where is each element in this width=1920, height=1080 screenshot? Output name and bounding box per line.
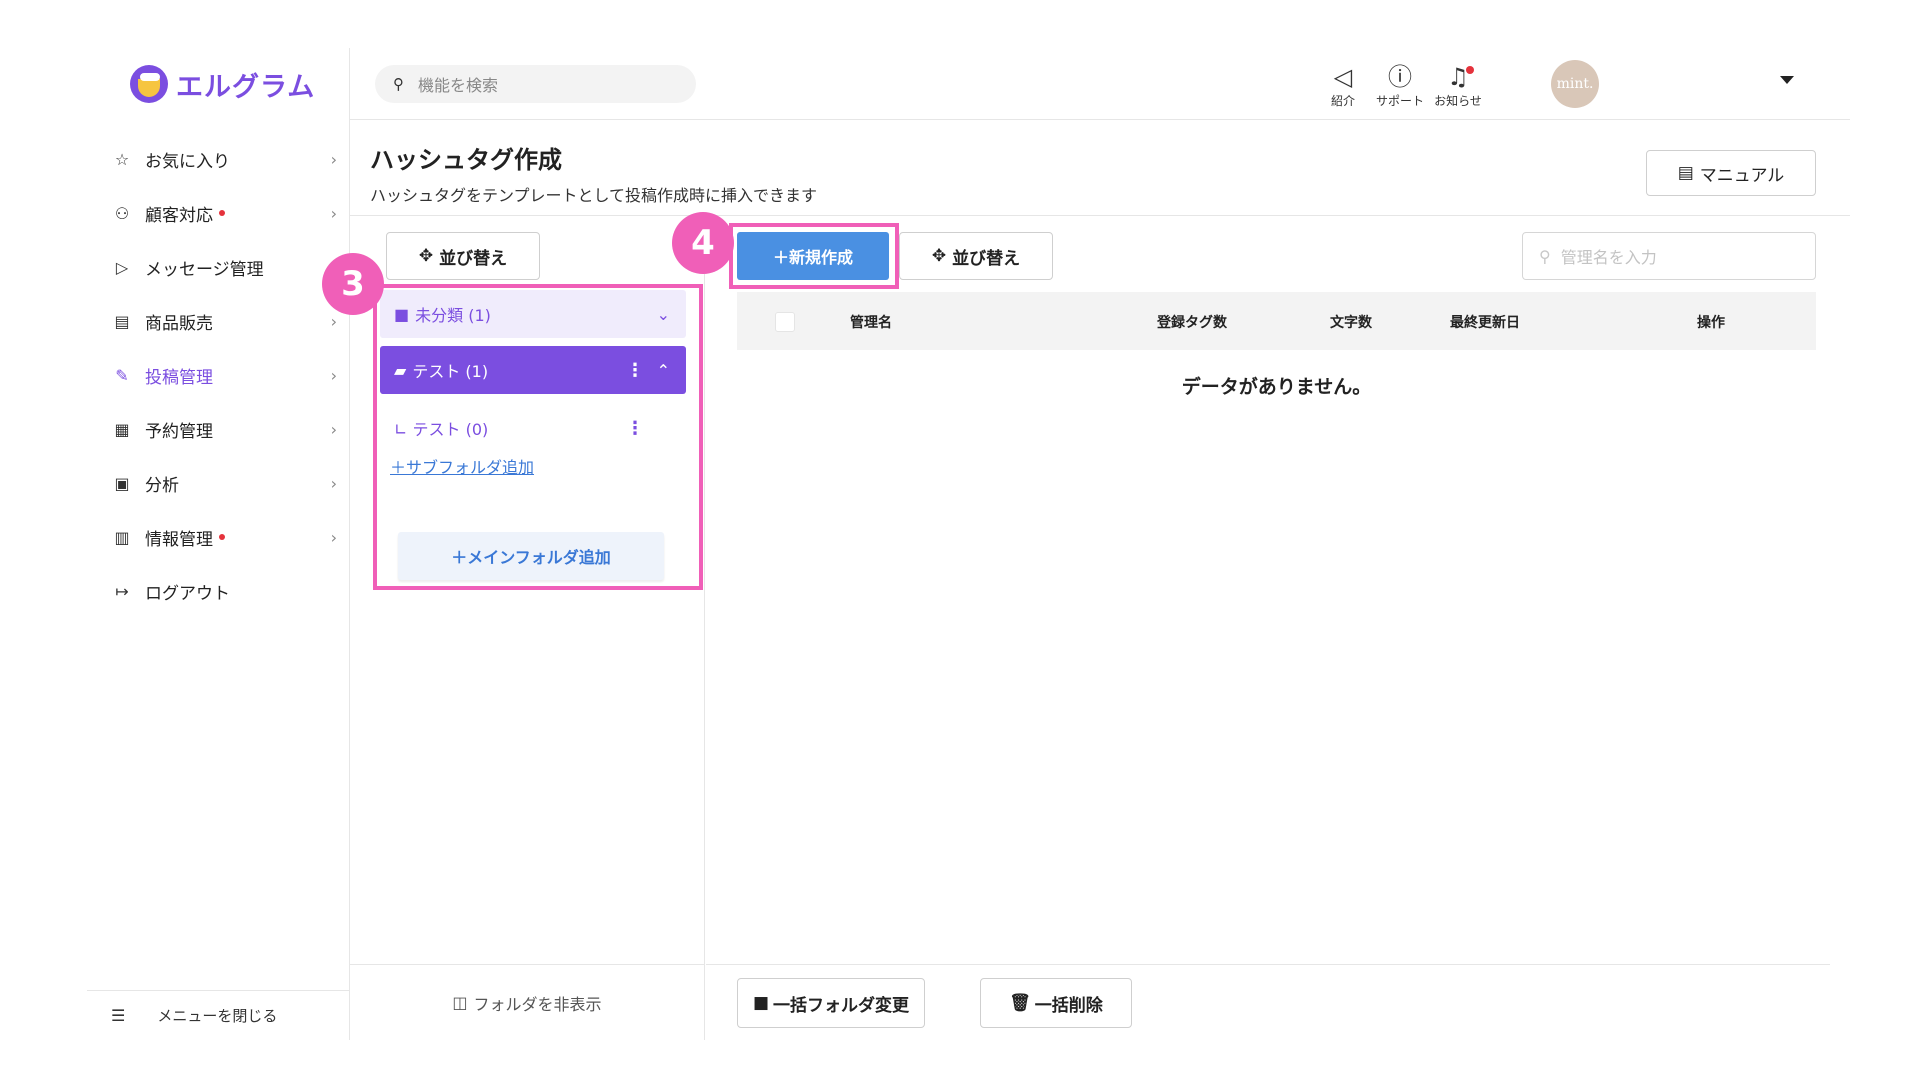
megaphone-icon: ◁ — [1333, 63, 1353, 91]
hide-folder-button[interactable]: ◫ フォルダを非表示 — [350, 964, 704, 1040]
user-icon: ⚇ — [114, 203, 130, 223]
sidebar-item-label: 情報管理 — [145, 529, 213, 550]
avatar[interactable]: mint. — [1551, 60, 1599, 108]
search-placeholder: 管理名を入力 — [1560, 248, 1657, 267]
sidebar-item-reservations[interactable]: ▦ 予約管理 › — [87, 402, 349, 456]
select-all-checkbox[interactable] — [775, 312, 795, 332]
sidebar-item-label: お気に入り — [145, 151, 230, 172]
chevron-right-icon: › — [330, 311, 337, 331]
sidebar-item-label: 予約管理 — [145, 421, 213, 442]
bulk-delete-label: 一括削除 — [1034, 995, 1103, 1016]
send-icon: ▷ — [115, 257, 129, 277]
bar-chart-icon: ▥ — [114, 527, 130, 547]
column-char-count[interactable]: 文字数 — [1330, 312, 1372, 332]
logo-mark-icon — [130, 65, 168, 103]
support-label: サポート — [1375, 94, 1424, 108]
star-icon: ☆ — [114, 149, 130, 169]
chevron-right-icon: › — [330, 149, 337, 169]
sidebar-item-sales[interactable]: ▤ 商品販売 › — [87, 294, 349, 348]
chevron-right-icon: › — [330, 203, 337, 223]
sidebar-item-logout[interactable]: ↦ ログアウト — [87, 564, 349, 618]
book-icon: ▤ — [1677, 163, 1694, 183]
search-icon: ⚲ — [393, 75, 404, 93]
intro-label: 紹介 — [1330, 94, 1355, 108]
step-badge-3: 3 — [322, 253, 384, 315]
sort-label: 並び替え — [952, 248, 1021, 269]
logo-text: エルグラム — [176, 71, 316, 103]
menu-collapse-icon: ☰ — [111, 1006, 126, 1025]
sidebar-item-label: メッセージ管理 — [145, 259, 264, 280]
sidebar-nav: ☆ お気に入り › ⚇ 顧客対応 › ▷ メッセージ管理 › ▤ 商品販売 › … — [87, 132, 349, 618]
column-name[interactable]: 管理名 — [850, 312, 892, 332]
shop-icon: ▤ — [114, 311, 130, 331]
table-header: 管理名 登録タグ数 文字数 最終更新日 操作 — [737, 292, 1816, 350]
sidebar-item-customer[interactable]: ⚇ 顧客対応 › — [87, 186, 349, 240]
highlight-box-folders — [373, 284, 703, 590]
move-icon: ✥ — [418, 246, 434, 266]
folder-icon: ■ — [752, 993, 770, 1013]
sidebar: エルグラム ☆ お気に入り › ⚇ 顧客対応 › ▷ メッセージ管理 › ▤ 商… — [87, 48, 350, 1040]
page-subtitle: ハッシュタグをテンプレートとして投稿作成時に挿入できます — [370, 186, 818, 205]
sidebar-item-label: 顧客対応 — [145, 205, 213, 226]
top-header: ⚲ 機能を検索 ◁ 紹介 ⓘ サポート ♫ お知らせ mint. — [350, 48, 1850, 120]
close-menu-label: メニューを閉じる — [157, 1007, 278, 1025]
list-sort-button[interactable]: ✥ 並び替え — [899, 232, 1053, 280]
logout-icon: ↦ — [115, 581, 129, 601]
collapse-left-icon: ◫ — [452, 993, 468, 1012]
feature-search-input[interactable]: ⚲ 機能を検索 — [375, 65, 696, 103]
bulk-delete-button[interactable]: 🗑 一括削除 — [980, 978, 1132, 1028]
trash-icon: 🗑 — [1009, 993, 1031, 1013]
bell-icon: ♫ — [1447, 63, 1469, 91]
help-icon: ⓘ — [1388, 63, 1412, 91]
notification-dot — [1466, 66, 1474, 74]
sidebar-item-analytics[interactable]: ▣ 分析 › — [87, 456, 349, 510]
empty-message: データがありません。 — [1181, 376, 1372, 398]
move-icon: ✥ — [931, 246, 947, 266]
column-updated[interactable]: 最終更新日 — [1450, 312, 1520, 332]
report-icon: ▣ — [114, 473, 130, 493]
calendar-icon: ▦ — [114, 419, 130, 439]
sidebar-item-favorites[interactable]: ☆ お気に入り › — [87, 132, 349, 186]
notification-dot — [219, 534, 225, 540]
close-menu-button[interactable]: ☰ メニューを閉じる — [87, 990, 349, 1040]
divider — [706, 964, 1830, 965]
chevron-right-icon: › — [330, 365, 337, 385]
app-logo[interactable]: エルグラム — [130, 64, 315, 104]
search-icon: ⚲ — [1539, 246, 1551, 266]
page-title: ハッシュタグ作成 — [370, 146, 562, 174]
step-badge-4: 4 — [672, 212, 734, 274]
sort-label: 並び替え — [439, 248, 508, 269]
sidebar-item-label: 分析 — [145, 475, 179, 496]
highlight-box-new — [729, 223, 899, 289]
sidebar-item-messages[interactable]: ▷ メッセージ管理 › — [87, 240, 349, 294]
sidebar-item-posts[interactable]: ✎ 投稿管理 › — [87, 348, 349, 402]
chevron-right-icon: › — [330, 527, 337, 547]
column-actions: 操作 — [1697, 315, 1725, 331]
folder-sort-button[interactable]: ✥ 並び替え — [386, 232, 540, 280]
sidebar-item-info[interactable]: ▥ 情報管理 › — [87, 510, 349, 564]
support-button[interactable]: ⓘ サポート — [1370, 62, 1430, 109]
sidebar-item-label: 商品販売 — [145, 313, 213, 334]
manual-button[interactable]: ▤ マニュアル — [1646, 150, 1816, 196]
chevron-right-icon: › — [330, 473, 337, 493]
manual-label: マニュアル — [1699, 165, 1785, 186]
search-placeholder: 機能を検索 — [418, 76, 499, 95]
notice-label: お知らせ — [1434, 94, 1482, 108]
notification-dot — [219, 210, 225, 216]
edit-icon: ✎ — [115, 365, 129, 385]
chevron-down-icon[interactable] — [1780, 76, 1794, 84]
intro-button[interactable]: ◁ 紹介 — [1313, 62, 1373, 109]
notice-button[interactable]: ♫ お知らせ — [1428, 62, 1488, 109]
name-search-input[interactable]: ⚲ 管理名を入力 — [1522, 232, 1816, 280]
sidebar-item-label: ログアウト — [145, 583, 230, 604]
bulk-folder-label: 一括フォルダ変更 — [773, 995, 910, 1016]
column-tag-count[interactable]: 登録タグ数 — [1157, 312, 1227, 332]
sidebar-item-label: 投稿管理 — [145, 367, 213, 388]
chevron-right-icon: › — [330, 419, 337, 439]
bulk-folder-change-button[interactable]: ■ 一括フォルダ変更 — [737, 978, 925, 1028]
hide-folder-label: フォルダを非表示 — [473, 994, 602, 1014]
